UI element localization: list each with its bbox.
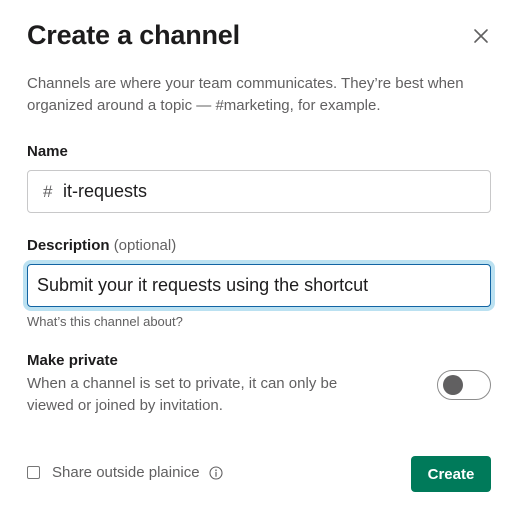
channel-name-input[interactable]: # it-requests xyxy=(27,170,491,213)
share-outside-label[interactable]: Share outside plainice xyxy=(52,464,200,481)
create-channel-dialog: Create a channel Channels are where your… xyxy=(0,0,519,516)
share-outside-option: Share outside plainice xyxy=(27,464,223,481)
dialog-title: Create a channel xyxy=(27,20,240,50)
make-private-label: Make private xyxy=(27,352,118,369)
description-input[interactable]: Submit your it requests using the shortc… xyxy=(27,264,491,307)
share-outside-checkbox[interactable] xyxy=(27,466,40,479)
description-label-text: Description xyxy=(27,237,110,254)
description-hint: What’s this channel about? xyxy=(27,314,183,329)
make-private-description: When a channel is set to private, it can… xyxy=(27,373,367,417)
private-desc-line: When a channel is set to private, it can… xyxy=(27,375,338,392)
name-label: Name xyxy=(27,143,68,160)
private-desc-line: viewed or joined by invitation. xyxy=(27,397,223,414)
intro-line: Channels are where your team communicate… xyxy=(27,75,464,92)
close-icon xyxy=(473,28,489,44)
hash-prefix: # xyxy=(43,181,53,201)
intro-line: organized around a topic — #marketing, f… xyxy=(27,97,381,114)
toggle-knob xyxy=(443,375,463,395)
info-icon[interactable] xyxy=(209,465,223,480)
description-value: Submit your it requests using the shortc… xyxy=(37,275,369,295)
channel-name-value: it-requests xyxy=(63,181,148,201)
close-button[interactable] xyxy=(469,24,493,48)
description-label: Description (optional) xyxy=(27,237,176,254)
make-private-toggle[interactable] xyxy=(437,370,491,400)
dialog-intro: Channels are where your team communicate… xyxy=(27,73,497,117)
optional-label: (optional) xyxy=(113,237,177,254)
create-button[interactable]: Create xyxy=(411,456,491,492)
